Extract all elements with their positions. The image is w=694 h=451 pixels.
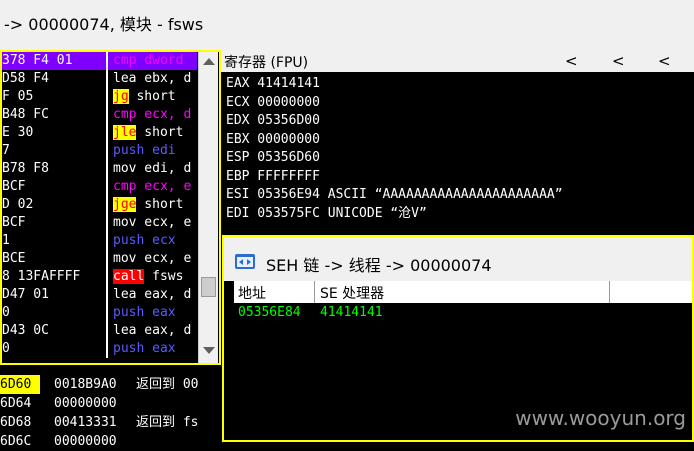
seh-column-header: 地址 SE 处理器: [234, 281, 692, 303]
scroll-thumb[interactable]: [201, 277, 216, 297]
instruction-text: cmp ecx, d: [113, 107, 192, 122]
watermark: www.wooyun.org: [515, 406, 686, 430]
nav-left-icon[interactable]: <: [565, 52, 578, 70]
instruction-address: E 30: [2, 125, 34, 140]
register-line[interactable]: ECX 00000000: [226, 94, 320, 112]
seh-title-bar: SEH 链 -> 线程 -> 00000074: [224, 237, 692, 281]
disassembly-row[interactable]: 0 push eax: [2, 304, 197, 322]
instruction-address: D58 F4: [2, 71, 49, 86]
registers-pane[interactable]: 寄存器 (FPU) < < < EAX 41414141 ECX 00000000…: [221, 50, 694, 236]
instruction-text: push eax: [113, 341, 176, 356]
instruction-address: BCF: [2, 215, 26, 230]
disassembly-row[interactable]: F 05 jg short: [2, 88, 197, 106]
disassembly-row[interactable]: D43 0C lea eax, d: [2, 322, 197, 340]
scroll-down-arrow-icon[interactable]: [203, 347, 215, 354]
seh-row-address[interactable]: 05356E84: [238, 305, 301, 320]
instruction-text: push ecx: [113, 233, 176, 248]
disassembly-row[interactable]: B48 FC cmp ecx, d: [2, 106, 197, 124]
chain-link-icon: [235, 254, 255, 269]
stack-comment: 返回到 00: [136, 377, 199, 392]
instruction-address: BCE: [2, 251, 26, 266]
register-line[interactable]: ESP 05356D60: [226, 149, 320, 167]
window-title: -> 00000074, 模块 - fsws: [4, 15, 204, 34]
disassembly-row[interactable]: BCE mov ecx, e: [2, 250, 197, 268]
disassembly-row[interactable]: 7 push edi: [2, 142, 197, 160]
seh-row-handler[interactable]: 41414141: [320, 305, 383, 320]
instruction-text: lea ebx, d: [113, 71, 192, 86]
instruction-text: mov edi, d: [113, 161, 192, 176]
instruction-address: 8 13FAFFFF: [2, 269, 81, 284]
register-line[interactable]: ESI 05356E94 ASCII “AAAAAAAAAAAAAAAAAAAA…: [226, 186, 563, 204]
instruction-text: mov ecx, e: [113, 215, 192, 230]
stack-comment: 返回到 fs: [136, 415, 199, 430]
instruction-text: lea eax, d: [113, 323, 192, 338]
disassembly-row[interactable]: 378 F4 01 cmp dword: [2, 52, 197, 70]
disassembly-row[interactable]: BCF cmp ecx, e: [2, 178, 197, 196]
nav-left-icon[interactable]: <: [658, 52, 671, 70]
register-line[interactable]: EDX 05356D00: [226, 112, 320, 130]
register-line[interactable]: EBX 00000000: [226, 131, 320, 149]
instruction-text: push edi: [113, 143, 176, 158]
instruction-opcode: jge: [113, 197, 137, 212]
instruction-operand: fsws: [144, 269, 184, 284]
disassembly-row[interactable]: D 02 jge short: [2, 196, 197, 214]
disassembly-row[interactable]: D47 01 lea eax, d: [2, 286, 197, 304]
seh-window-title: SEH 链 -> 线程 -> 00000074: [266, 256, 492, 275]
disassembly-pane[interactable]: 378 F4 01 cmp dword D58 F4 lea ebx, d F 05 jg…: [0, 50, 221, 365]
disassembly-row[interactable]: B78 F8 mov edi, d: [2, 160, 197, 178]
disassembly-row[interactable]: E 30 jle short: [2, 124, 197, 142]
column-address[interactable]: 地址: [238, 283, 266, 303]
instruction-address: 7: [2, 143, 10, 158]
instruction-address: D47 01: [2, 287, 49, 302]
disassembly-row[interactable]: D58 F4 lea ebx, d: [2, 70, 197, 88]
stack-pane[interactable]: 6D60 0018B9A0 返回到 00 6D64 00000000 6D68 004133…: [0, 365, 221, 449]
window-title-bar: -> 00000074, 模块 - fsws: [0, 0, 694, 51]
scroll-up-arrow-icon[interactable]: [203, 58, 215, 65]
register-line[interactable]: EBP FFFFFFFF: [226, 168, 320, 186]
stack-value[interactable]: 0018B9A0: [54, 375, 117, 394]
instruction-address: 1: [2, 233, 10, 248]
instruction-text: mov ecx, e: [113, 251, 192, 266]
instruction-text: lea eax, d: [113, 287, 192, 302]
register-line[interactable]: EAX 41414141: [226, 75, 320, 93]
registers-title: 寄存器 (FPU): [224, 55, 309, 71]
stack-address[interactable]: 6D64: [0, 394, 40, 413]
disassembly-row[interactable]: 1 push ecx: [2, 232, 197, 250]
disassembly-scrollbar[interactable]: [198, 52, 218, 363]
register-line[interactable]: EDI 053575FC UNICODE “沧V”: [226, 205, 427, 223]
instruction-address: D43 0C: [2, 323, 49, 338]
instruction-opcode: jg: [113, 89, 129, 104]
instruction-text: cmp dword: [113, 53, 184, 68]
instruction-opcode: jle: [113, 125, 137, 140]
disassembly-row[interactable]: 0 push eax: [2, 340, 197, 358]
instruction-address: BCF: [2, 179, 26, 194]
registers-header: 寄存器 (FPU) < < <: [221, 50, 694, 72]
instruction-address: B48 FC: [2, 107, 49, 122]
disassembly-row[interactable]: BCF mov ecx, e: [2, 214, 197, 232]
stack-value[interactable]: 00413331: [54, 413, 117, 432]
instruction-address: D 02: [2, 197, 34, 212]
instruction-address: 378 F4 01: [2, 53, 73, 68]
instruction-operand: short: [136, 197, 184, 212]
instruction-address: 0: [2, 305, 10, 320]
instruction-address: F 05: [2, 89, 34, 104]
disassembly-row[interactable]: 8 13FAFFFF call fsws: [2, 268, 197, 286]
column-se-handler[interactable]: SE 处理器: [320, 283, 384, 303]
instruction-address: 0: [2, 341, 10, 356]
stack-value[interactable]: 00000000: [54, 394, 117, 413]
instruction-operand: short: [128, 89, 176, 104]
nav-left-icon[interactable]: <: [612, 52, 625, 70]
instruction-opcode: call: [113, 269, 145, 284]
stack-address[interactable]: 6D60: [0, 375, 40, 394]
stack-address[interactable]: 6D68: [0, 413, 40, 432]
instruction-text: cmp ecx, e: [113, 179, 192, 194]
instruction-operand: short: [136, 125, 184, 140]
instruction-address: B78 F8: [2, 161, 49, 176]
instruction-text: push eax: [113, 305, 176, 320]
